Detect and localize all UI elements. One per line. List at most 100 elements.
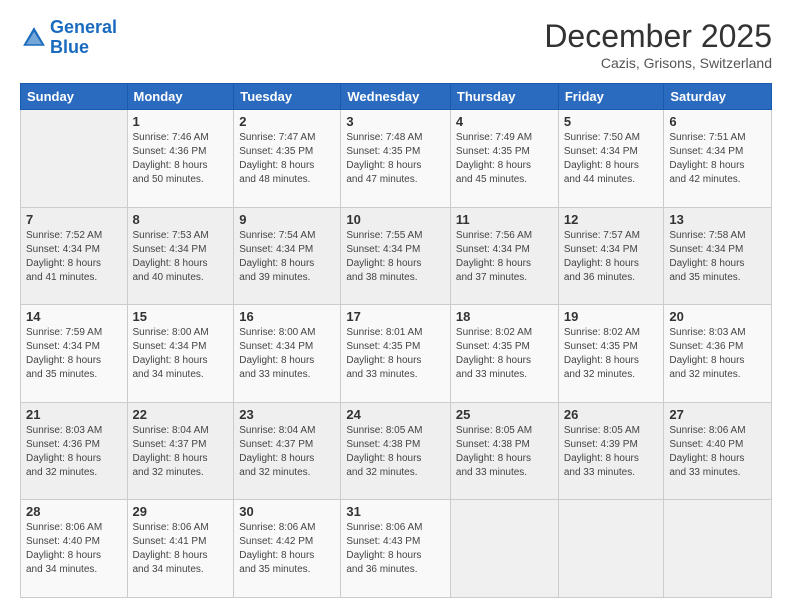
location-subtitle: Cazis, Grisons, Switzerland: [544, 55, 772, 71]
calendar-body: 1Sunrise: 7:46 AM Sunset: 4:36 PM Daylig…: [21, 110, 772, 598]
day-info: Sunrise: 7:57 AM Sunset: 4:34 PM Dayligh…: [564, 229, 659, 285]
calendar-day-cell: 15 Sunrise: 8:00 AM Sunset: 4:34 PM Dayli…: [127, 305, 234, 403]
calendar-table: SundayMondayTuesdayWednesdayThursdayFrid…: [20, 83, 772, 598]
day-number: 27: [669, 407, 766, 422]
day-number: 15: [133, 309, 229, 324]
calendar-day-cell: 25 Sunrise: 8:05 AM Sunset: 4:38 PM Dayli…: [450, 402, 558, 500]
title-block: December 2025 Cazis, Grisons, Switzerlan…: [544, 18, 772, 71]
day-number: 11: [456, 212, 553, 227]
calendar-day-cell: 12 Sunrise: 7:57 AM Sunset: 4:34 PM Dayli…: [558, 207, 664, 305]
calendar-day-cell: 17 Sunrise: 8:01 AM Sunset: 4:35 PM Dayli…: [341, 305, 451, 403]
page: General Blue December 2025 Cazis, Grison…: [0, 0, 792, 612]
day-number: 6: [669, 114, 766, 129]
calendar-day-cell: 20Sunrise: 8:03 AM Sunset: 4:36 PM Dayli…: [664, 305, 772, 403]
day-info: Sunrise: 7:46 AM Sunset: 4:36 PM Dayligh…: [133, 131, 229, 187]
day-number: 13: [669, 212, 766, 227]
calendar-day-cell: 10Sunrise: 7:55 AM Sunset: 4:34 PM Dayli…: [341, 207, 451, 305]
day-info: Sunrise: 8:02 AM Sunset: 4:35 PM Dayligh…: [456, 326, 553, 382]
calendar-day-cell: 26 Sunrise: 8:05 AM Sunset: 4:39 PM Dayli…: [558, 402, 664, 500]
day-number: 19: [564, 309, 659, 324]
day-number: 12: [564, 212, 659, 227]
day-info: Sunrise: 8:04 AM Sunset: 4:37 PM Dayligh…: [133, 424, 229, 480]
day-info: Sunrise: 7:50 AM Sunset: 4:34 PM Dayligh…: [564, 131, 659, 187]
weekday-header-cell: Friday: [558, 84, 664, 110]
day-number: 21: [26, 407, 122, 422]
day-info: Sunrise: 8:05 AM Sunset: 4:38 PM Dayligh…: [456, 424, 553, 480]
day-number: 5: [564, 114, 659, 129]
day-number: 24: [346, 407, 445, 422]
day-number: 3: [346, 114, 445, 129]
day-number: 18: [456, 309, 553, 324]
calendar-day-cell: 19 Sunrise: 8:02 AM Sunset: 4:35 PM Dayli…: [558, 305, 664, 403]
day-info: Sunrise: 8:06 AM Sunset: 4:40 PM Dayligh…: [669, 424, 766, 480]
calendar-week-row: 14 Sunrise: 7:59 AM Sunset: 4:34 PM Dayli…: [21, 305, 772, 403]
weekday-header-row: SundayMondayTuesdayWednesdayThursdayFrid…: [21, 84, 772, 110]
weekday-header-cell: Sunday: [21, 84, 128, 110]
calendar-week-row: 21 Sunrise: 8:03 AM Sunset: 4:36 PM Dayli…: [21, 402, 772, 500]
day-info: Sunrise: 7:47 AM Sunset: 4:35 PM Dayligh…: [239, 131, 335, 187]
day-info: Sunrise: 8:03 AM Sunset: 4:36 PM Dayligh…: [669, 326, 766, 382]
day-number: 26: [564, 407, 659, 422]
calendar-week-row: 7Sunrise: 7:52 AM Sunset: 4:34 PM Daylig…: [21, 207, 772, 305]
day-number: 29: [133, 504, 229, 519]
day-info: Sunrise: 8:02 AM Sunset: 4:35 PM Dayligh…: [564, 326, 659, 382]
calendar-day-cell: 18 Sunrise: 8:02 AM Sunset: 4:35 PM Dayli…: [450, 305, 558, 403]
logo-icon: [20, 24, 48, 52]
calendar-day-cell: 7Sunrise: 7:52 AM Sunset: 4:34 PM Daylig…: [21, 207, 128, 305]
day-info: Sunrise: 7:51 AM Sunset: 4:34 PM Dayligh…: [669, 131, 766, 187]
calendar-day-cell: 16Sunrise: 8:00 AM Sunset: 4:34 PM Dayli…: [234, 305, 341, 403]
day-info: Sunrise: 8:00 AM Sunset: 4:34 PM Dayligh…: [133, 326, 229, 382]
weekday-header-cell: Wednesday: [341, 84, 451, 110]
day-number: 8: [133, 212, 229, 227]
day-number: 2: [239, 114, 335, 129]
day-number: 30: [239, 504, 335, 519]
logo-text: General Blue: [50, 18, 117, 58]
calendar-day-cell: 4 Sunrise: 7:49 AM Sunset: 4:35 PM Daylig…: [450, 110, 558, 208]
calendar-day-cell: 24Sunrise: 8:05 AM Sunset: 4:38 PM Dayli…: [341, 402, 451, 500]
calendar-day-cell: 13 Sunrise: 7:58 AM Sunset: 4:34 PM Dayli…: [664, 207, 772, 305]
calendar-day-cell: 21 Sunrise: 8:03 AM Sunset: 4:36 PM Dayli…: [21, 402, 128, 500]
month-title: December 2025: [544, 18, 772, 55]
calendar-day-cell: [558, 500, 664, 598]
logo-line2: Blue: [50, 37, 89, 57]
weekday-header-cell: Monday: [127, 84, 234, 110]
day-number: 14: [26, 309, 122, 324]
day-info: Sunrise: 8:06 AM Sunset: 4:42 PM Dayligh…: [239, 521, 335, 577]
day-info: Sunrise: 7:59 AM Sunset: 4:34 PM Dayligh…: [26, 326, 122, 382]
day-number: 31: [346, 504, 445, 519]
day-number: 25: [456, 407, 553, 422]
day-info: Sunrise: 7:48 AM Sunset: 4:35 PM Dayligh…: [346, 131, 445, 187]
calendar-week-row: 28Sunrise: 8:06 AM Sunset: 4:40 PM Dayli…: [21, 500, 772, 598]
day-info: Sunrise: 7:52 AM Sunset: 4:34 PM Dayligh…: [26, 229, 122, 285]
day-info: Sunrise: 8:05 AM Sunset: 4:39 PM Dayligh…: [564, 424, 659, 480]
day-info: Sunrise: 7:53 AM Sunset: 4:34 PM Dayligh…: [133, 229, 229, 285]
calendar-day-cell: 3 Sunrise: 7:48 AM Sunset: 4:35 PM Daylig…: [341, 110, 451, 208]
calendar-week-row: 1Sunrise: 7:46 AM Sunset: 4:36 PM Daylig…: [21, 110, 772, 208]
weekday-header-cell: Saturday: [664, 84, 772, 110]
day-number: 17: [346, 309, 445, 324]
day-info: Sunrise: 8:04 AM Sunset: 4:37 PM Dayligh…: [239, 424, 335, 480]
calendar-day-cell: [450, 500, 558, 598]
day-info: Sunrise: 7:49 AM Sunset: 4:35 PM Dayligh…: [456, 131, 553, 187]
day-info: Sunrise: 7:55 AM Sunset: 4:34 PM Dayligh…: [346, 229, 445, 285]
day-info: Sunrise: 7:58 AM Sunset: 4:34 PM Dayligh…: [669, 229, 766, 285]
calendar-day-cell: 2 Sunrise: 7:47 AM Sunset: 4:35 PM Daylig…: [234, 110, 341, 208]
day-number: 4: [456, 114, 553, 129]
weekday-header-cell: Tuesday: [234, 84, 341, 110]
calendar-day-cell: 29Sunrise: 8:06 AM Sunset: 4:41 PM Dayli…: [127, 500, 234, 598]
day-info: Sunrise: 7:56 AM Sunset: 4:34 PM Dayligh…: [456, 229, 553, 285]
header: General Blue December 2025 Cazis, Grison…: [20, 18, 772, 71]
day-info: Sunrise: 8:06 AM Sunset: 4:43 PM Dayligh…: [346, 521, 445, 577]
calendar-day-cell: 14 Sunrise: 7:59 AM Sunset: 4:34 PM Dayli…: [21, 305, 128, 403]
day-number: 23: [239, 407, 335, 422]
calendar-day-cell: 5 Sunrise: 7:50 AM Sunset: 4:34 PM Daylig…: [558, 110, 664, 208]
day-info: Sunrise: 8:01 AM Sunset: 4:35 PM Dayligh…: [346, 326, 445, 382]
day-info: Sunrise: 8:03 AM Sunset: 4:36 PM Dayligh…: [26, 424, 122, 480]
calendar-day-cell: 31 Sunrise: 8:06 AM Sunset: 4:43 PM Dayli…: [341, 500, 451, 598]
day-info: Sunrise: 8:00 AM Sunset: 4:34 PM Dayligh…: [239, 326, 335, 382]
day-info: Sunrise: 8:06 AM Sunset: 4:40 PM Dayligh…: [26, 521, 122, 577]
calendar-day-cell: 30 Sunrise: 8:06 AM Sunset: 4:42 PM Dayli…: [234, 500, 341, 598]
calendar-day-cell: 23 Sunrise: 8:04 AM Sunset: 4:37 PM Dayli…: [234, 402, 341, 500]
logo: General Blue: [20, 18, 117, 58]
day-number: 22: [133, 407, 229, 422]
